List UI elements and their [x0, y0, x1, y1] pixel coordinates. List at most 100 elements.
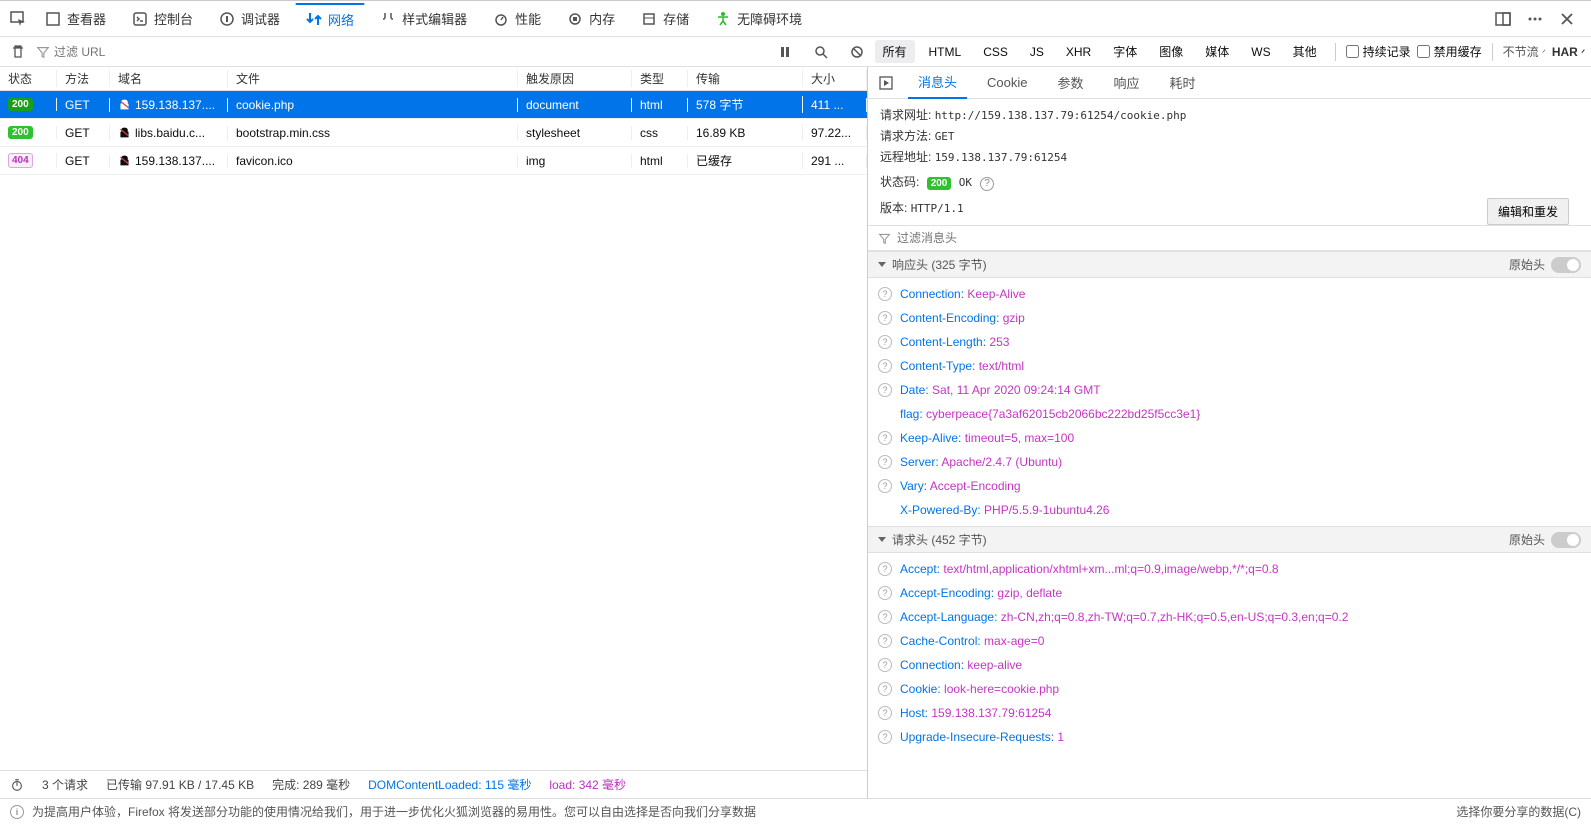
- help-icon[interactable]: ?: [878, 610, 892, 624]
- header-item: ?Cookie: look-here=cookie.php: [878, 677, 1581, 701]
- close-icon[interactable]: [1555, 7, 1579, 31]
- search-icon[interactable]: [809, 40, 833, 64]
- help-icon[interactable]: ?: [878, 455, 892, 469]
- info-icon: i: [10, 805, 24, 819]
- filter-type-font[interactable]: 字体: [1105, 40, 1145, 63]
- help-icon[interactable]: ?: [878, 730, 892, 744]
- chevron-down-icon: [878, 262, 886, 267]
- tab-timing[interactable]: 耗时: [1160, 67, 1206, 98]
- filter-type-ws[interactable]: WS: [1243, 42, 1278, 62]
- filter-headers-input[interactable]: [868, 225, 1591, 251]
- help-icon[interactable]: ?: [878, 311, 892, 325]
- help-icon[interactable]: ?: [878, 335, 892, 349]
- tab-console[interactable]: 控制台: [121, 3, 204, 34]
- help-icon[interactable]: ?: [878, 431, 892, 445]
- help-icon[interactable]: ?: [878, 682, 892, 696]
- domcontentloaded-time: DOMContentLoaded: 115 毫秒: [368, 776, 531, 793]
- url-filter-input[interactable]: [36, 45, 336, 59]
- col-method[interactable]: 方法: [57, 70, 110, 87]
- help-icon[interactable]: ?: [878, 706, 892, 720]
- header-item: ?Cache-Control: max-age=0: [878, 629, 1581, 653]
- status-badge: 200: [927, 177, 952, 190]
- help-icon[interactable]: ?: [878, 359, 892, 373]
- filter-type-media[interactable]: 媒体: [1197, 40, 1237, 63]
- tab-debugger[interactable]: 调试器: [208, 3, 291, 34]
- help-icon[interactable]: ?: [878, 383, 892, 397]
- block-icon[interactable]: [845, 40, 869, 64]
- header-item: ?Vary: Accept-Encoding: [878, 474, 1581, 498]
- help-icon[interactable]: ?: [878, 634, 892, 648]
- filter-type-img[interactable]: 图像: [1151, 40, 1191, 63]
- details-tabs: 消息头 Cookie 参数 响应 耗时: [868, 67, 1591, 99]
- tab-storage[interactable]: 存储: [630, 3, 700, 34]
- tab-style[interactable]: 样式编辑器: [369, 3, 478, 34]
- table-row[interactable]: 200GET libs.baidu.c...bootstrap.min.csss…: [0, 119, 867, 147]
- help-icon[interactable]: ?: [878, 658, 892, 672]
- col-domain[interactable]: 域名: [110, 70, 228, 87]
- raw-toggle[interactable]: 原始头: [1509, 256, 1581, 273]
- pick-element-icon[interactable]: [6, 7, 30, 31]
- header-item: ?Server: Apache/2.4.7 (Ubuntu): [878, 450, 1581, 474]
- col-transfer[interactable]: 传输: [688, 70, 803, 87]
- filter-type-xhr[interactable]: XHR: [1058, 42, 1099, 62]
- more-icon[interactable]: [1523, 7, 1547, 31]
- tab-network[interactable]: 网络: [295, 3, 365, 35]
- col-size[interactable]: 大小: [803, 70, 867, 87]
- choose-data-link[interactable]: 选择你要分享的数据(C): [1456, 803, 1581, 820]
- response-headers-section[interactable]: 响应头 (325 字节) 原始头: [868, 251, 1591, 278]
- tab-memory[interactable]: 内存: [556, 3, 626, 34]
- filter-type-all[interactable]: 所有: [875, 40, 915, 63]
- header-item: ?Content-Length: 253: [878, 330, 1581, 354]
- toggle-raw-icon[interactable]: [874, 71, 898, 95]
- help-icon[interactable]: ?: [878, 586, 892, 600]
- network-footer: 3 个请求 已传输 97.91 KB / 17.45 KB 完成: 289 毫秒…: [0, 770, 867, 798]
- col-status[interactable]: 状态: [0, 70, 57, 87]
- header-item: ?Accept-Language: zh-CN,zh;q=0.8,zh-TW;q…: [878, 605, 1581, 629]
- pause-icon[interactable]: [773, 40, 797, 64]
- tab-cookies[interactable]: Cookie: [977, 69, 1037, 96]
- help-icon[interactable]: ?: [878, 287, 892, 301]
- table-header: 状态 方法 域名 文件 触发原因 类型 传输 大小: [0, 67, 867, 91]
- throttle-select[interactable]: 不节流 ᐟ: [1503, 43, 1546, 60]
- header-item: ?Keep-Alive: timeout=5, max=100: [878, 426, 1581, 450]
- dock-icon[interactable]: [1491, 7, 1515, 31]
- chevron-down-icon: [878, 537, 886, 542]
- tab-performance[interactable]: 性能: [482, 3, 552, 34]
- request-count: 3 个请求: [42, 776, 88, 793]
- request-headers-section[interactable]: 请求头 (452 字节) 原始头: [868, 526, 1591, 553]
- header-item: ?Upgrade-Insecure-Requests: 1: [878, 725, 1581, 749]
- transfer-size: 已传输 97.91 KB / 17.45 KB: [106, 776, 254, 793]
- tab-response[interactable]: 响应: [1104, 67, 1150, 98]
- telemetry-notice: i 为提高用户体验，Firefox 将发送部分功能的使用情况给我们，用于进一步优…: [0, 798, 1591, 824]
- table-row[interactable]: 200GET 159.138.137....cookie.phpdocument…: [0, 91, 867, 119]
- filter-type-other[interactable]: 其他: [1285, 40, 1325, 63]
- help-icon: [878, 503, 892, 517]
- finish-time: 完成: 289 毫秒: [272, 776, 350, 793]
- tab-inspector[interactable]: 查看器: [34, 3, 117, 34]
- persist-checkbox[interactable]: 持续记录: [1346, 43, 1411, 60]
- col-type[interactable]: 类型: [632, 70, 688, 87]
- tab-accessibility[interactable]: 无障碍环境: [704, 3, 813, 34]
- table-row[interactable]: 404GET 159.138.137....favicon.icoimghtml…: [0, 147, 867, 175]
- tab-params[interactable]: 参数: [1047, 67, 1093, 98]
- clear-icon[interactable]: [6, 40, 30, 64]
- help-icon[interactable]: ?: [878, 562, 892, 576]
- filter-type-html[interactable]: HTML: [921, 42, 970, 62]
- disable-cache-checkbox[interactable]: 禁用缓存: [1417, 43, 1482, 60]
- col-cause[interactable]: 触发原因: [518, 70, 632, 87]
- tab-headers[interactable]: 消息头: [908, 67, 967, 99]
- filter-icon: [878, 232, 891, 245]
- filter-type-js[interactable]: JS: [1022, 42, 1052, 62]
- header-item: ?Content-Type: text/html: [878, 354, 1581, 378]
- help-icon[interactable]: ?: [980, 177, 994, 191]
- header-item: ?Connection: Keep-Alive: [878, 282, 1581, 306]
- raw-toggle[interactable]: 原始头: [1509, 531, 1581, 548]
- help-icon[interactable]: ?: [878, 479, 892, 493]
- filter-type-css[interactable]: CSS: [975, 42, 1016, 62]
- edit-resend-button[interactable]: 编辑和重发: [1487, 198, 1569, 225]
- devtools-toolbar: 查看器 控制台 调试器 网络 样式编辑器 性能 内存 存储 无障碍环境: [0, 1, 1591, 37]
- col-file[interactable]: 文件: [228, 70, 518, 87]
- header-item: ?Content-Encoding: gzip: [878, 306, 1581, 330]
- har-menu[interactable]: HAR ᐟ: [1552, 45, 1585, 59]
- filter-icon: [36, 45, 50, 59]
